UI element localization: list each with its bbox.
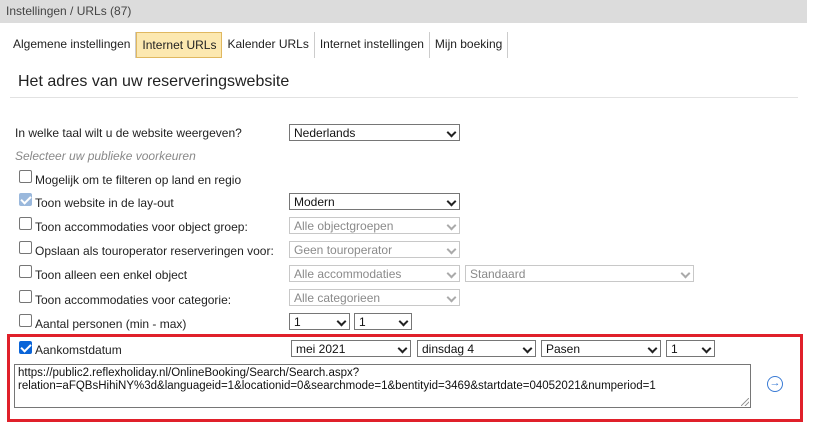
filter-country-checkbox[interactable] [19, 170, 32, 183]
layout-select[interactable]: Modern [289, 193, 460, 210]
filter-country-label: Mogelijk om te filteren op land en regio [35, 173, 242, 187]
chevron-down-icon [397, 343, 408, 354]
tab-internet-instellingen[interactable]: Internet instellingen [314, 32, 430, 58]
layout-label: Toon website in de lay-out [35, 196, 174, 210]
chevron-down-icon [522, 343, 533, 354]
resize-handle-icon[interactable] [741, 398, 749, 406]
object-group-checkbox[interactable] [19, 217, 32, 230]
layout-checkbox[interactable] [19, 193, 32, 206]
arrival-period-select[interactable]: Pasen [541, 340, 661, 357]
category-checkbox[interactable] [19, 290, 32, 303]
section-divider [10, 97, 798, 98]
persons-label: Aantal personen (min - max) [35, 317, 187, 331]
chevron-down-icon [446, 292, 457, 303]
category-label: Toon accommodaties voor categorie: [35, 293, 232, 307]
tab-kalender-urls[interactable]: Kalender URLs [222, 32, 315, 58]
chevron-down-icon [680, 268, 691, 279]
arrow-right-circle-icon[interactable]: → [767, 376, 783, 392]
persons-checkbox[interactable] [19, 314, 32, 327]
chevron-down-icon [446, 220, 457, 231]
breadcrumb: Instellingen / URLs (87) [0, 0, 807, 23]
object-group-label: Toon accommodaties voor object groep: [35, 220, 248, 234]
chevron-down-icon [446, 196, 457, 207]
section-title: Het adres van uw reserveringswebsite [18, 73, 290, 90]
arrival-day-select[interactable]: dinsdag 4 [417, 340, 536, 357]
arrival-checkbox[interactable] [19, 341, 32, 354]
touroperator-label: Opslaan als touroperator reserveringen v… [35, 244, 274, 258]
touroperator-select[interactable]: Geen touroperator [289, 241, 460, 258]
single-object-layout-value: Standaard [470, 267, 526, 281]
url-textarea[interactable]: https://public2.reflexholiday.nl/OnlineB… [14, 364, 751, 408]
preferences-hint: Selecteer uw publieke voorkeuren [15, 149, 196, 163]
language-select[interactable]: Nederlands [289, 124, 460, 141]
tab-mijn-boeking[interactable]: Mijn boeking [429, 32, 509, 58]
arrival-count-select[interactable]: 1 [666, 340, 715, 357]
chevron-down-icon [701, 343, 712, 354]
language-select-value: Nederlands [294, 126, 356, 140]
persons-min-select[interactable]: 1 [289, 313, 350, 330]
arrival-period-value: Pasen [546, 342, 581, 356]
url-line-1: https://public2.reflexholiday.nl/OnlineB… [18, 367, 360, 379]
arrival-month-value: mei 2021 [296, 342, 346, 356]
arrival-label: Aankomstdatum [35, 343, 122, 357]
chevron-down-icon [398, 316, 409, 327]
layout-select-value: Modern [294, 195, 335, 209]
chevron-down-icon [446, 244, 457, 255]
persons-max-value: 1 [359, 315, 366, 329]
arrival-count-value: 1 [671, 342, 678, 356]
single-object-checkbox[interactable] [19, 265, 32, 278]
language-label: In welke taal wilt u de website weergeve… [15, 126, 242, 140]
category-select-value: Alle categorieen [294, 291, 381, 305]
chevron-down-icon [446, 127, 457, 138]
single-object-label: Toon alleen een enkel object [35, 268, 188, 282]
single-object-layout-select[interactable]: Standaard [465, 265, 694, 282]
tab-internet-urls[interactable]: Internet URLs [136, 32, 223, 58]
single-object-select[interactable]: Alle accommodaties [289, 265, 460, 282]
single-object-select-value: Alle accommodaties [294, 267, 402, 281]
tab-algemene-instellingen[interactable]: Algemene instellingen [8, 32, 137, 58]
url-line-2: relation=aFQBsHihiNY%3d&languageid=1&loc… [18, 380, 656, 392]
touroperator-select-value: Geen touroperator [294, 243, 393, 257]
object-group-select-value: Alle objectgroepen [294, 219, 394, 233]
persons-max-select[interactable]: 1 [354, 313, 412, 330]
persons-min-value: 1 [294, 315, 301, 329]
arrival-month-select[interactable]: mei 2021 [291, 340, 411, 357]
chevron-down-icon [647, 343, 658, 354]
chevron-down-icon [446, 268, 457, 279]
category-select[interactable]: Alle categorieen [289, 289, 460, 306]
arrival-day-value: dinsdag 4 [422, 342, 475, 356]
tab-bar: Algemene instellingen Internet URLs Kale… [8, 32, 509, 58]
chevron-down-icon [336, 316, 347, 327]
touroperator-checkbox[interactable] [19, 241, 32, 254]
object-group-select[interactable]: Alle objectgroepen [289, 217, 460, 234]
